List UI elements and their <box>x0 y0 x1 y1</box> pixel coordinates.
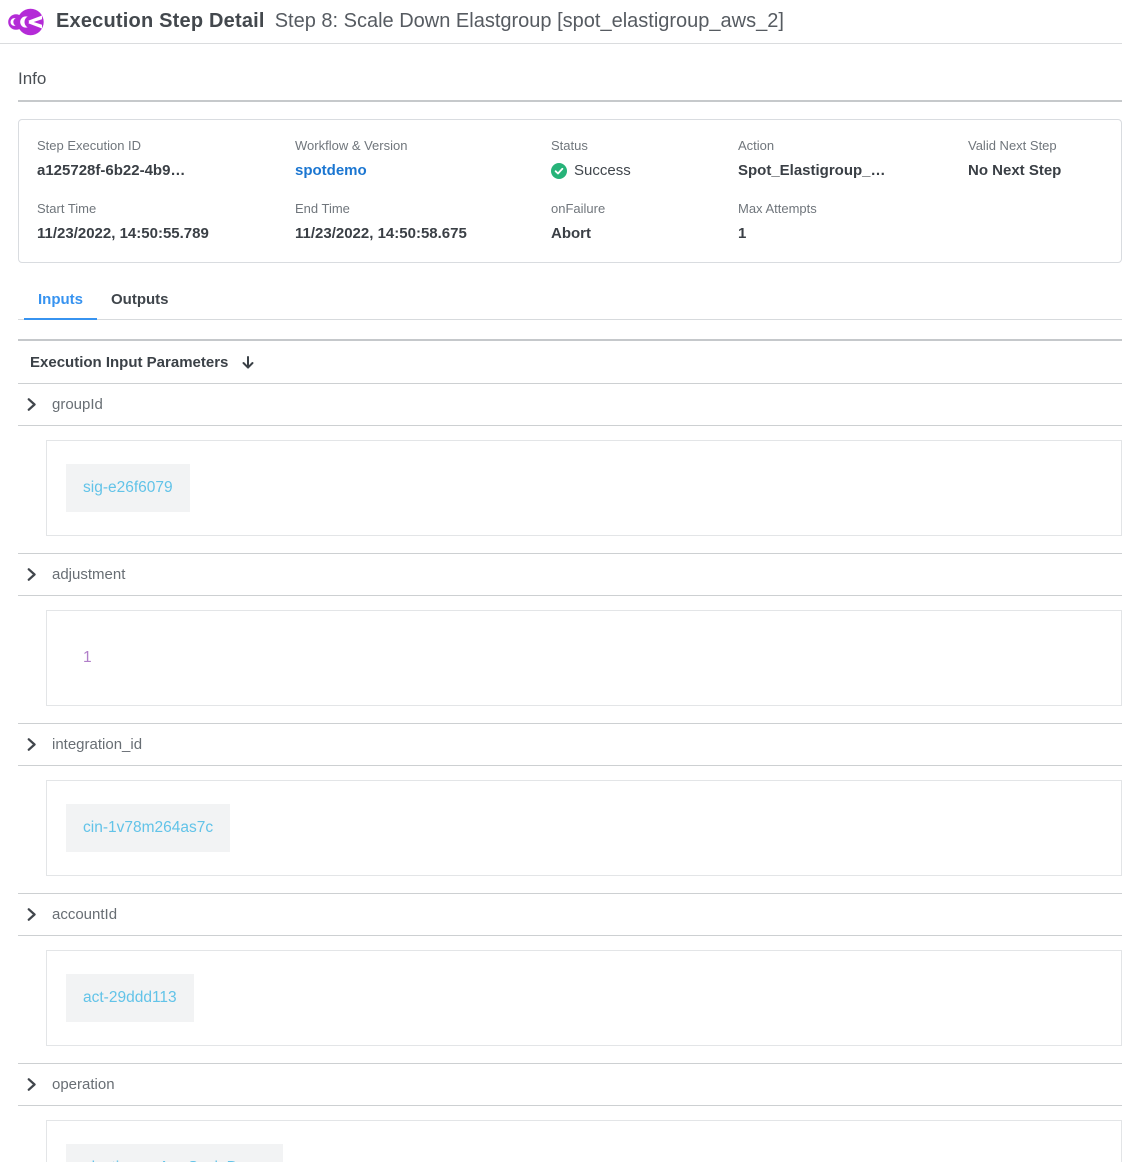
chevron-right-icon <box>25 398 38 411</box>
parameter-row[interactable]: accountId <box>18 894 1122 936</box>
info-section-title: Info <box>18 44 1122 102</box>
tab-bar: Inputs Outputs <box>18 285 1122 320</box>
parameter-name: adjustment <box>52 566 125 583</box>
parameter-name: operation <box>52 1076 115 1093</box>
collapse-all-arrow-icon[interactable] <box>240 355 256 371</box>
parameter-row[interactable]: groupId <box>18 384 1122 426</box>
parameter-section-operation: operation elastigroupAwsScaleDown <box>18 1063 1122 1162</box>
parameter-section-adjustment: adjustment 1 <box>18 553 1122 706</box>
info-field-value[interactable]: spotdemo <box>295 162 551 179</box>
info-field-value: 1 <box>738 225 968 242</box>
parameter-value-panel: sig-e26f6079 <box>46 440 1122 536</box>
info-field-label: Workflow & Version <box>295 138 551 153</box>
info-grid: Step Execution ID a125728f-6b22-4b9… Wor… <box>37 138 1121 242</box>
info-field-value: 11/23/2022, 14:50:58.675 <box>295 225 551 242</box>
parameter-value: cin-1v78m264as7c <box>66 804 230 852</box>
parameter-value: sig-e26f6079 <box>66 464 190 512</box>
parameter-section-accountId: accountId act-29ddd113 <box>18 893 1122 1046</box>
parameter-value: 1 <box>66 634 109 682</box>
info-field-label: Start Time <box>37 201 295 216</box>
info-card: Step Execution ID a125728f-6b22-4b9… Wor… <box>18 119 1122 263</box>
info-field: Action Spot_Elastigroup_… <box>738 138 968 179</box>
info-field-label: End Time <box>295 201 551 216</box>
parameter-row[interactable]: adjustment <box>18 554 1122 596</box>
parameter-section-groupId: groupId sig-e26f6079 <box>18 383 1122 536</box>
success-check-icon <box>551 163 567 179</box>
main-content: Info Step Execution ID a125728f-6b22-4b9… <box>18 44 1122 1162</box>
info-field-value: Success <box>551 162 738 179</box>
info-field: End Time 11/23/2022, 14:50:58.675 <box>295 201 551 242</box>
parameter-name: groupId <box>52 396 103 413</box>
info-field: Status Success <box>551 138 738 179</box>
info-field: onFailure Abort <box>551 201 738 242</box>
info-field-label: Action <box>738 138 968 153</box>
parameter-section-integration_id: integration_id cin-1v78m264as7c <box>18 723 1122 876</box>
page-subtitle: Step 8: Scale Down Elastgroup [spot_elas… <box>275 10 784 33</box>
parameter-value: act-29ddd113 <box>66 974 194 1022</box>
chevron-right-icon <box>25 738 38 751</box>
parameter-value-panel: cin-1v78m264as7c <box>46 780 1122 876</box>
parameter-row[interactable]: operation <box>18 1064 1122 1106</box>
info-field-value: Abort <box>551 225 738 242</box>
parameter-value: elastigroupAwsScaleDown <box>66 1144 283 1162</box>
parameter-value-panel: elastigroupAwsScaleDown <box>46 1120 1122 1162</box>
tab-outputs[interactable]: Outputs <box>97 285 183 320</box>
info-field-value: a125728f-6b22-4b9… <box>37 162 295 179</box>
parameter-value-panel: 1 <box>46 610 1122 706</box>
chevron-right-icon <box>25 568 38 581</box>
info-field: Workflow & Version spotdemo <box>295 138 551 179</box>
parameter-row[interactable]: integration_id <box>18 724 1122 766</box>
info-field-label: Valid Next Step <box>968 138 1121 153</box>
app-header: Execution Step Detail Step 8: Scale Down… <box>0 0 1122 44</box>
spot-logo-icon <box>8 5 44 39</box>
parameter-name: integration_id <box>52 736 142 753</box>
title-block: Execution Step Detail Step 8: Scale Down… <box>56 10 784 33</box>
info-field: Step Execution ID a125728f-6b22-4b9… <box>37 138 295 179</box>
execution-input-parameters-title: Execution Input Parameters <box>30 354 228 371</box>
parameter-list: groupId sig-e26f6079 adjustment 1 integr… <box>18 383 1122 1162</box>
info-field-label: Max Attempts <box>738 201 968 216</box>
chevron-right-icon <box>25 908 38 921</box>
status-text: Success <box>574 162 631 179</box>
info-field: Max Attempts 1 <box>738 201 968 242</box>
info-field-value: 11/23/2022, 14:50:55.789 <box>37 225 295 242</box>
execution-input-parameters-header: Execution Input Parameters <box>18 341 1122 383</box>
page-title: Execution Step Detail <box>56 10 265 33</box>
info-field-value: Spot_Elastigroup_… <box>738 162 968 179</box>
parameter-value-panel: act-29ddd113 <box>46 950 1122 1046</box>
info-field-label: Step Execution ID <box>37 138 295 153</box>
info-field-label: onFailure <box>551 201 738 216</box>
tab-inputs[interactable]: Inputs <box>24 285 97 320</box>
chevron-right-icon <box>25 1078 38 1091</box>
parameter-name: accountId <box>52 906 117 923</box>
info-field-value: No Next Step <box>968 162 1121 179</box>
info-field: Start Time 11/23/2022, 14:50:55.789 <box>37 201 295 242</box>
info-field: Valid Next Step No Next Step <box>968 138 1121 179</box>
info-field-label: Status <box>551 138 738 153</box>
